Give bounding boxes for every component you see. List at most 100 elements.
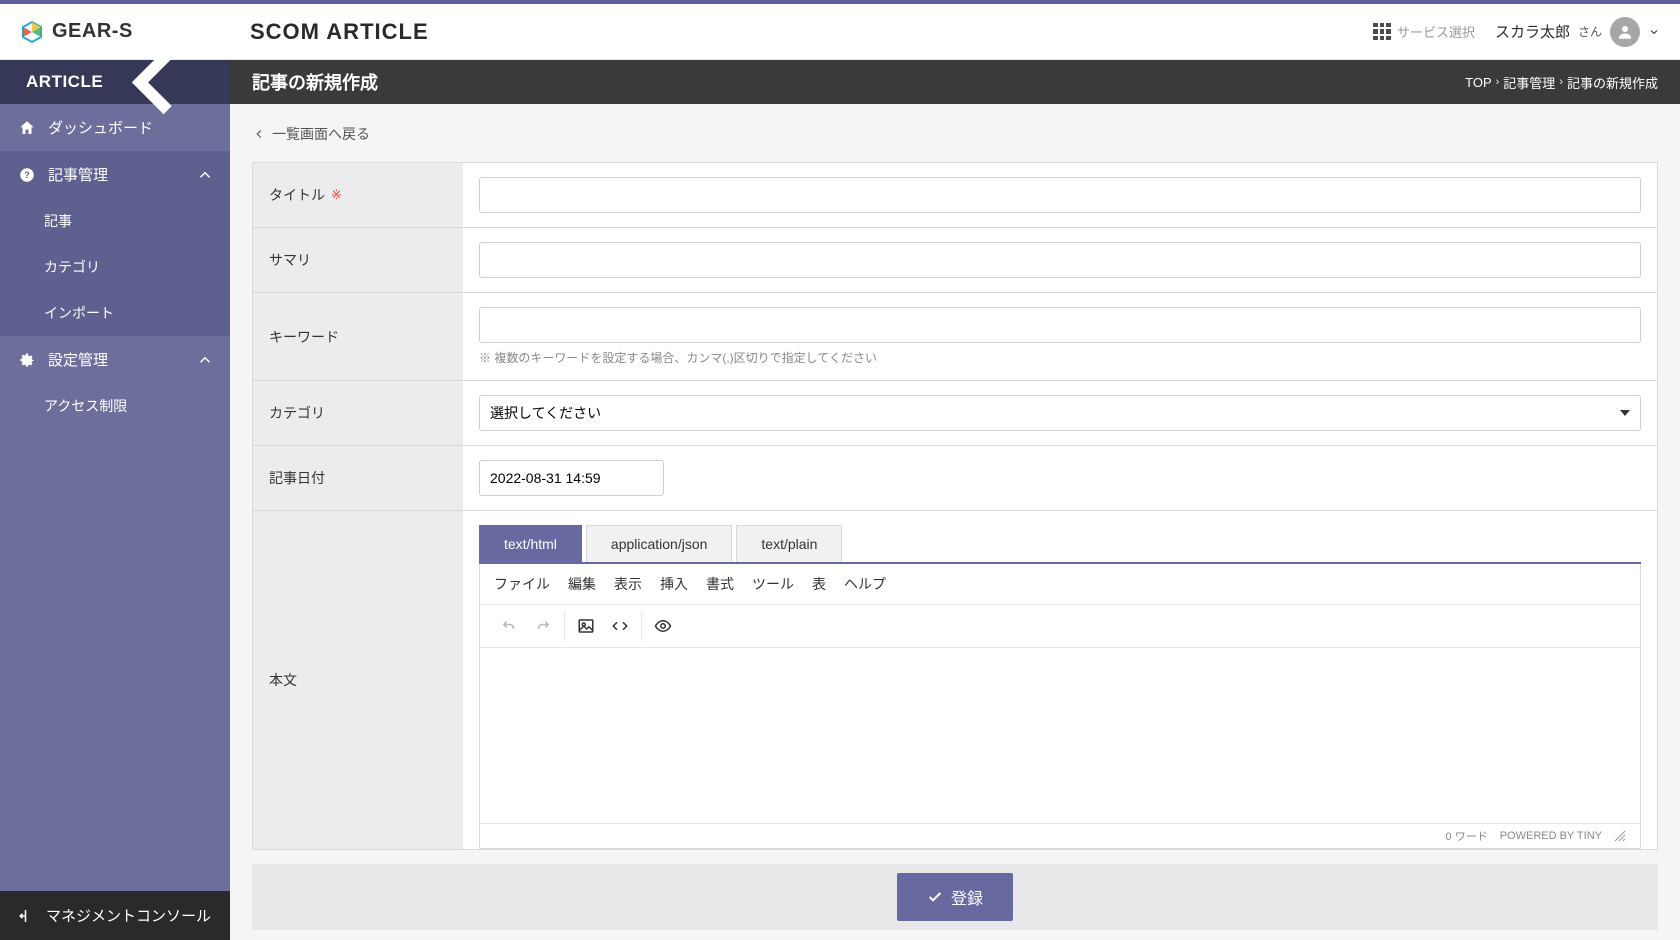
row-category: カテゴリ 選択してください (253, 381, 1657, 446)
global-header: GEAR-S SCOM ARTICLE サービス選択 スカラ太郎 さん (0, 4, 1680, 60)
help-icon: ? (18, 166, 36, 184)
crumb: 記事の新規作成 (1567, 73, 1658, 92)
code-button[interactable] (605, 611, 635, 641)
menu-view[interactable]: 表示 (614, 574, 642, 594)
chevron-up-icon (196, 166, 214, 184)
sidebar-footer[interactable]: マネジメントコンソール (0, 891, 230, 940)
keyword-input[interactable] (479, 307, 1641, 343)
row-keyword: キーワード ※ 複数のキーワードを設定する場合、カンマ(,)区切りで指定してくだ… (253, 293, 1657, 381)
crumb[interactable]: TOP (1465, 75, 1492, 90)
row-summary: サマリ (253, 228, 1657, 293)
label-category: カテゴリ (253, 381, 463, 445)
editor: ファイル 編集 表示 挿入 書式 ツール 表 ヘルプ (479, 564, 1641, 849)
menu-table[interactable]: 表 (812, 574, 826, 594)
image-button[interactable] (571, 611, 601, 641)
keyword-help: ※ 複数のキーワードを設定する場合、カンマ(,)区切りで指定してください (479, 349, 1641, 366)
menu-tools[interactable]: ツール (752, 574, 794, 594)
row-body: 本文 text/html application/json text/plain… (253, 511, 1657, 849)
service-select-label: サービス選択 (1397, 22, 1475, 41)
sidebar-sub-article[interactable]: 記事 (0, 198, 230, 244)
user-suffix: さん (1578, 23, 1602, 40)
tab-application-json[interactable]: application/json (586, 525, 733, 562)
submit-button[interactable]: 登録 (897, 873, 1013, 921)
row-title: タイトル ※ (253, 163, 1657, 228)
editor-menubar: ファイル 編集 表示 挿入 書式 ツール 表 ヘルプ (480, 564, 1640, 605)
undo-button[interactable] (494, 611, 524, 641)
home-icon (18, 119, 36, 137)
required-mark: ※ (331, 187, 342, 203)
wordcount: 0 ワード (1446, 828, 1488, 844)
editor-statusbar: 0 ワード POWERED BY TINY (480, 823, 1640, 848)
sidebar-sub-import[interactable]: インポート (0, 290, 230, 336)
sidebar-item-dashboard[interactable]: ダッシュボード (0, 104, 230, 151)
sidebar-item-label: 設定管理 (48, 349, 108, 370)
label-keyword: キーワード (253, 293, 463, 380)
exit-icon (18, 907, 36, 925)
sidebar-item-articles[interactable]: ? 記事管理 (0, 151, 230, 198)
redo-button[interactable] (528, 611, 558, 641)
label-title: タイトル ※ (253, 163, 463, 227)
summary-input[interactable] (479, 242, 1641, 278)
arrow-left-icon (252, 127, 266, 141)
powered-by: POWERED BY TINY (1500, 830, 1602, 842)
avatar (1610, 17, 1640, 47)
sidebar: ARTICLE ダッシュボード ? 記事管理 記事 カテゴリ インポート 設定管… (0, 60, 230, 940)
menu-help[interactable]: ヘルプ (844, 574, 886, 594)
submit-bar: 登録 (252, 864, 1658, 930)
chevron-down-icon (1648, 26, 1660, 38)
redo-icon (534, 617, 552, 635)
hex-logo-icon (20, 20, 44, 44)
page-title: 記事の新規作成 (252, 69, 378, 95)
label-date: 記事日付 (253, 446, 463, 510)
editor-canvas[interactable] (480, 648, 1640, 823)
label-summary: サマリ (253, 228, 463, 292)
user-menu[interactable]: スカラ太郎 さん (1495, 17, 1660, 47)
category-select[interactable]: 選択してください (479, 395, 1641, 431)
service-select[interactable]: サービス選択 (1373, 22, 1475, 41)
preview-button[interactable] (648, 611, 678, 641)
check-icon (927, 889, 943, 905)
sidebar-item-settings[interactable]: 設定管理 (0, 336, 230, 383)
svg-text:?: ? (24, 170, 30, 180)
sidebar-title: ARTICLE (26, 72, 103, 92)
editor-toolbar (480, 605, 1640, 648)
image-icon (577, 617, 595, 635)
sidebar-item-label: 記事管理 (48, 164, 108, 185)
chevron-right-icon: › (1559, 76, 1563, 88)
code-icon (611, 617, 629, 635)
menu-edit[interactable]: 編集 (568, 574, 596, 594)
user-name: スカラ太郎 (1495, 21, 1570, 42)
back-link-label: 一覧画面へ戻る (272, 124, 370, 144)
content: 一覧画面へ戻る タイトル ※ サマリ キーワード (230, 104, 1680, 940)
undo-icon (500, 617, 518, 635)
form-table: タイトル ※ サマリ キーワード ※ 複数のキーワードを設定する場合、カンマ(,… (252, 162, 1658, 850)
apps-grid-icon (1373, 23, 1391, 41)
category-placeholder: 選択してください (490, 403, 601, 423)
menu-file[interactable]: ファイル (494, 574, 550, 594)
date-input[interactable] (479, 460, 664, 496)
crumb[interactable]: 記事管理 (1503, 73, 1555, 92)
row-date: 記事日付 (253, 446, 1657, 511)
title-input[interactable] (479, 177, 1641, 213)
sidebar-item-label: ダッシュボード (48, 117, 153, 138)
sidebar-footer-label: マネジメントコンソール (46, 905, 211, 926)
menu-format[interactable]: 書式 (706, 574, 734, 594)
tab-text-html[interactable]: text/html (479, 525, 582, 562)
gear-icon (18, 351, 36, 369)
sidebar-header: ARTICLE (0, 60, 230, 104)
chevron-up-icon (196, 351, 214, 369)
resize-handle-icon[interactable] (1614, 830, 1626, 842)
back-link[interactable]: 一覧画面へ戻る (252, 124, 370, 144)
breadcrumb: TOP › 記事管理 › 記事の新規作成 (1465, 73, 1658, 92)
tab-text-plain[interactable]: text/plain (736, 525, 842, 562)
sidebar-sub-category[interactable]: カテゴリ (0, 244, 230, 290)
page-header: 記事の新規作成 TOP › 記事管理 › 記事の新規作成 (230, 60, 1680, 104)
app-title: SCOM ARTICLE (250, 19, 429, 45)
label-body: 本文 (253, 511, 463, 849)
caret-down-icon (1620, 410, 1630, 416)
chevron-right-icon: › (1496, 76, 1500, 88)
submit-label: 登録 (951, 885, 983, 909)
menu-insert[interactable]: 挿入 (660, 574, 688, 594)
sidebar-sub-access[interactable]: アクセス制限 (0, 383, 230, 429)
editor-tabs: text/html application/json text/plain (479, 525, 1641, 564)
